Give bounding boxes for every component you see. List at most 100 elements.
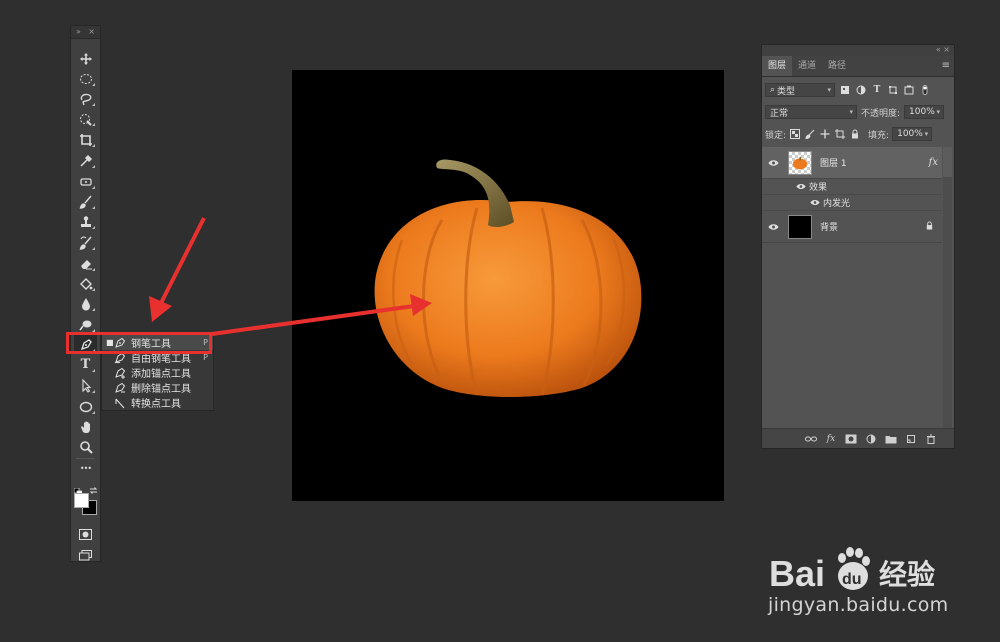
eyedropper-icon — [79, 154, 92, 167]
blur-tool[interactable] — [74, 294, 97, 313]
shape-filter-icon[interactable] — [887, 84, 899, 96]
document-canvas[interactable] — [292, 70, 724, 501]
layers-scrollbar[interactable] — [943, 147, 952, 177]
more-tools[interactable]: ••• — [74, 459, 97, 478]
inner-glow-eye-icon[interactable] — [762, 199, 823, 206]
tools-panel-header: » × — [71, 26, 100, 39]
fill-field[interactable]: 100% ▾ — [892, 127, 933, 141]
delete-layer-icon[interactable] — [924, 433, 938, 445]
collapse-icon[interactable]: » — [76, 26, 81, 38]
delete-anchor-icon — [115, 382, 126, 393]
pen-tool-highlight-box — [66, 332, 212, 354]
panel-menu-icon[interactable]: ≡ — [942, 56, 950, 76]
blur-icon — [81, 297, 90, 310]
opacity-value: 100% — [909, 107, 935, 117]
blend-mode-value: 正常 — [770, 108, 789, 119]
visibility-eye-icon[interactable] — [762, 223, 784, 231]
svg-text:du: du — [842, 571, 862, 588]
opacity-field[interactable]: 100% ▾ — [904, 105, 945, 119]
tab-layers[interactable]: 图层 — [762, 56, 793, 76]
eraser-icon — [80, 259, 92, 269]
ellipse-marquee-icon — [79, 73, 92, 84]
filter-kind-dropdown[interactable]: ⌕ 类型 ▾ — [765, 83, 835, 97]
flyout-item-add-anchor[interactable]: 添加锚点工具 — [102, 365, 213, 380]
pumpkin-image — [374, 159, 642, 397]
tab-paths[interactable]: 路径 — [822, 56, 852, 76]
foreground-color-swatch[interactable] — [74, 493, 89, 508]
new-group-icon[interactable] — [884, 433, 898, 445]
link-layers-icon[interactable] — [804, 433, 818, 445]
paint-bucket-icon — [79, 277, 92, 290]
flyout-item-convert-point[interactable]: 转换点工具 — [102, 395, 213, 410]
type-tool[interactable]: T — [74, 355, 97, 374]
smart-object-filter-icon[interactable] — [903, 84, 915, 96]
filter-toggle-icon[interactable] — [919, 84, 931, 96]
inner-glow-label: 内发光 — [823, 199, 851, 209]
shape-tool[interactable] — [74, 397, 97, 416]
lasso-tool[interactable] — [74, 89, 97, 108]
fill-label: 填充: — [868, 130, 890, 141]
visibility-eye-icon[interactable] — [762, 159, 784, 167]
new-adjustment-icon[interactable] — [864, 433, 878, 445]
zoom-tool[interactable] — [74, 437, 97, 456]
flyout-item-label: 删除锚点工具 — [131, 384, 191, 395]
quick-mask-icon — [79, 529, 92, 540]
eyedropper-tool[interactable] — [74, 151, 97, 170]
lock-artboard-icon[interactable] — [834, 128, 846, 140]
quick-select-tool[interactable] — [74, 109, 97, 128]
layer-thumbnail — [788, 214, 812, 239]
stamp-tool[interactable] — [74, 212, 97, 231]
layer-effects-icon[interactable]: fx — [929, 157, 938, 168]
paint-bucket-tool[interactable] — [74, 274, 97, 293]
hand-tool[interactable] — [74, 417, 97, 436]
path-select-icon — [81, 378, 91, 393]
shortcut-key: P — [203, 353, 208, 362]
swap-colors-icon[interactable] — [89, 480, 98, 494]
hand-icon — [80, 421, 90, 433]
fill-value: 100% — [897, 129, 923, 139]
brush-tool[interactable] — [74, 192, 97, 211]
close-icon[interactable]: × — [88, 26, 95, 38]
marquee-tool[interactable] — [74, 69, 97, 88]
lock-position-icon[interactable] — [819, 128, 831, 140]
layer-name[interactable]: 图层 1 — [820, 156, 847, 169]
clone-stamp-icon — [80, 215, 91, 227]
effects-row[interactable]: 效果 — [762, 179, 942, 195]
move-tool[interactable] — [74, 49, 97, 68]
lock-all-icon[interactable] — [849, 128, 861, 140]
screen-mode-button[interactable] — [79, 546, 92, 561]
lock-transparent-icon[interactable] — [789, 128, 801, 140]
add-style-icon[interactable]: fx — [824, 433, 838, 445]
new-layer-icon[interactable] — [904, 433, 918, 445]
default-colors-icon[interactable] — [73, 481, 83, 497]
layer-name[interactable]: 背景 — [820, 220, 838, 233]
svg-text:经验: 经验 — [879, 558, 935, 591]
quick-mask-button[interactable] — [79, 525, 92, 540]
type-filter-icon[interactable]: T — [871, 84, 883, 96]
layer-row-layer1[interactable]: 图层 1 fx — [762, 147, 942, 179]
layer-thumbnail — [788, 150, 812, 175]
quick-select-icon — [79, 113, 92, 126]
history-brush-tool[interactable] — [74, 233, 97, 252]
inner-glow-row[interactable]: 内发光 — [762, 195, 942, 211]
healing-tool[interactable] — [74, 172, 97, 191]
screen-mode-icon — [79, 550, 92, 561]
eraser-tool[interactable] — [74, 254, 97, 273]
layer-row-background[interactable]: 背景 — [762, 211, 942, 243]
panel-top-bar[interactable]: « × — [762, 45, 954, 56]
ellipse-shape-icon — [79, 401, 92, 412]
add-mask-icon[interactable] — [844, 433, 858, 445]
lock-pixels-icon[interactable] — [804, 128, 816, 140]
adjustment-filter-icon[interactable] — [855, 84, 867, 96]
tab-channels[interactable]: 通道 — [792, 56, 822, 76]
pixel-filter-icon[interactable] — [839, 84, 851, 96]
filter-row: ⌕ 类型 ▾ T — [762, 79, 954, 101]
path-select-tool[interactable] — [74, 376, 97, 395]
layers-scroll-track[interactable] — [943, 147, 952, 430]
effects-eye-icon[interactable] — [762, 183, 809, 190]
flyout-item-delete-anchor[interactable]: 删除锚点工具 — [102, 380, 213, 395]
crop-tool[interactable] — [74, 130, 97, 149]
lock-label: 锁定: — [765, 130, 787, 141]
effects-label: 效果 — [809, 183, 828, 193]
blend-mode-dropdown[interactable]: 正常 ▾ — [765, 105, 857, 119]
